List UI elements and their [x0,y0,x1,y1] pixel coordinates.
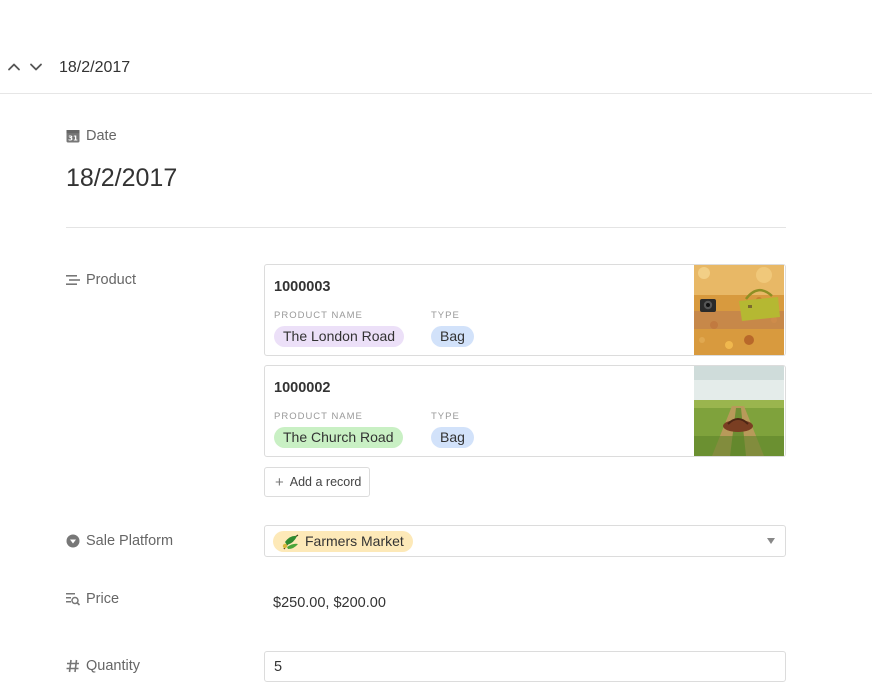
sale-platform-field-label: Sale Platform [66,533,173,549]
sale-platform-label-text: Sale Platform [86,533,174,549]
price-field-label: Price [66,591,119,607]
sale-platform-select[interactable]: Farmers Market [264,525,786,557]
date-value[interactable]: 18/2/2017 [66,164,177,193]
record-id: 1000002 [274,380,331,396]
leaf-emoji-icon [281,533,301,551]
sale-platform-chip: Farmers Market [273,531,413,552]
quantity-field-label: Quantity [66,658,140,674]
product-thumbnail[interactable] [694,366,784,456]
svg-text:31: 31 [68,135,78,143]
sale-platform-value: Farmers Market [305,533,404,549]
next-record-button[interactable] [27,58,45,76]
date-field-label: 31 Date [66,128,117,144]
date-label-text: Date [86,128,117,144]
calendar-icon: 31 [66,129,80,143]
price-label-text: Price [86,591,120,607]
product-field-label: Product [66,272,136,288]
add-record-button[interactable]: + Add a record [264,467,370,497]
add-record-label: Add a record [289,475,362,489]
divider [66,227,786,228]
chevron-down-icon [30,63,42,71]
type-chip: Bag [431,326,474,347]
record-title: 18/2/2017 [59,59,131,76]
type-label: TYPE [431,310,460,321]
type-chip: Bag [431,427,474,448]
type-label: TYPE [431,411,460,422]
product-thumbnail[interactable] [694,265,784,355]
quantity-label-text: Quantity [86,658,140,674]
record-id: 1000003 [274,279,331,295]
record-header: 18/2/2017 [0,44,872,94]
quantity-input[interactable] [264,651,786,682]
record-card[interactable]: 1000003 PRODUCT NAME TYPE The London Roa… [264,264,786,356]
hash-icon [66,659,80,673]
record-card[interactable]: 1000002 PRODUCT NAME TYPE The Church Roa… [264,365,786,457]
product-name-label: PRODUCT NAME [274,310,363,321]
lookup-icon [66,592,80,606]
previous-record-button[interactable] [5,58,23,76]
caret-down-icon[interactable] [767,538,775,544]
linked-record-icon [66,273,80,287]
dropdown-circle-icon [66,534,80,548]
product-name-label: PRODUCT NAME [274,411,363,422]
chevron-up-icon [8,63,20,71]
plus-icon: + [275,473,284,491]
product-name-chip: The London Road [274,326,405,347]
product-name-chip: The Church Road [274,427,403,448]
price-value: $250.00, $200.00 [273,595,386,611]
product-label-text: Product [86,272,136,288]
